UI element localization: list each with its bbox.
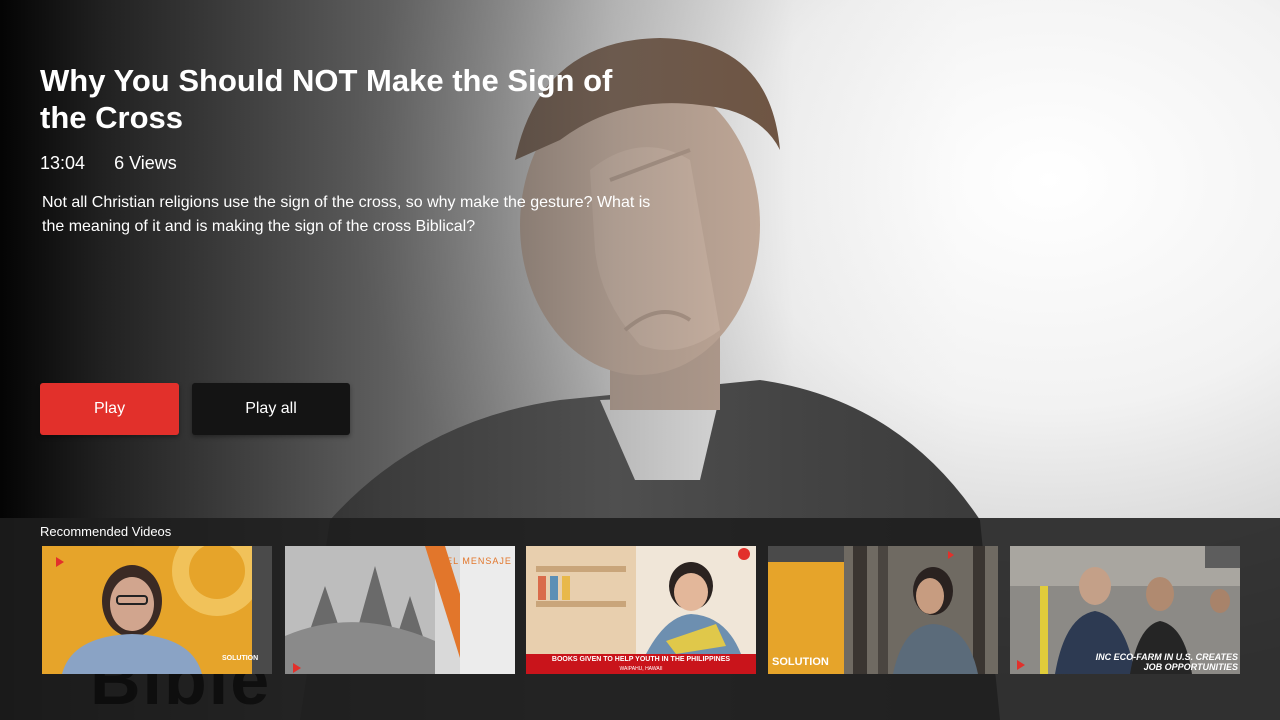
recommended-video-card-4[interactable]: SOLUTION [768,546,998,674]
video-description: Not all Christian religions use the sign… [42,194,651,235]
video-meta: 13:04 6 Views [40,153,201,174]
thumbnail-image [526,546,756,674]
video-views: 6 Views [114,153,177,173]
recommended-heading: Recommended Videos [40,524,172,539]
video-title: Why You Should NOT Make the Sign of the … [40,63,613,135]
thumbnail-brand-text: EL MENSAJE [446,556,512,566]
thumbnail-image [768,546,998,674]
thumbnail-overlay-text: SOLUTION [772,656,829,668]
recommended-video-card-3[interactable]: BOOKS GIVEN TO HELP YOUTH IN THE PHILIPP… [526,546,756,674]
thumbnail-overlay-text: SOLUTION [222,655,259,662]
thumbnail-caption-sub: WAIPAHU, HAWAII [619,666,663,672]
inc-logo-icon [738,548,750,560]
video-duration: 13:04 [40,153,86,173]
recommended-video-card-1[interactable]: SOLUTION [42,546,272,674]
recommended-video-card-5[interactable]: INC ECO-FARM IN U.S. CREATES JOB OPPORTU… [1010,546,1240,674]
thumbnail-caption-main: INC ECO-FARM IN U.S. CREATES [1095,652,1238,662]
thumbnail-caption-main: BOOKS GIVEN TO HELP YOUTH IN THE PHILIPP… [551,656,731,663]
play-all-button[interactable]: Play all [192,383,350,435]
thumbnail-caption-sub: JOB OPPORTUNITIES [1143,662,1238,672]
play-button[interactable]: Play [40,383,179,435]
recommended-video-card-2[interactable]: EL MENSAJE [285,546,515,674]
